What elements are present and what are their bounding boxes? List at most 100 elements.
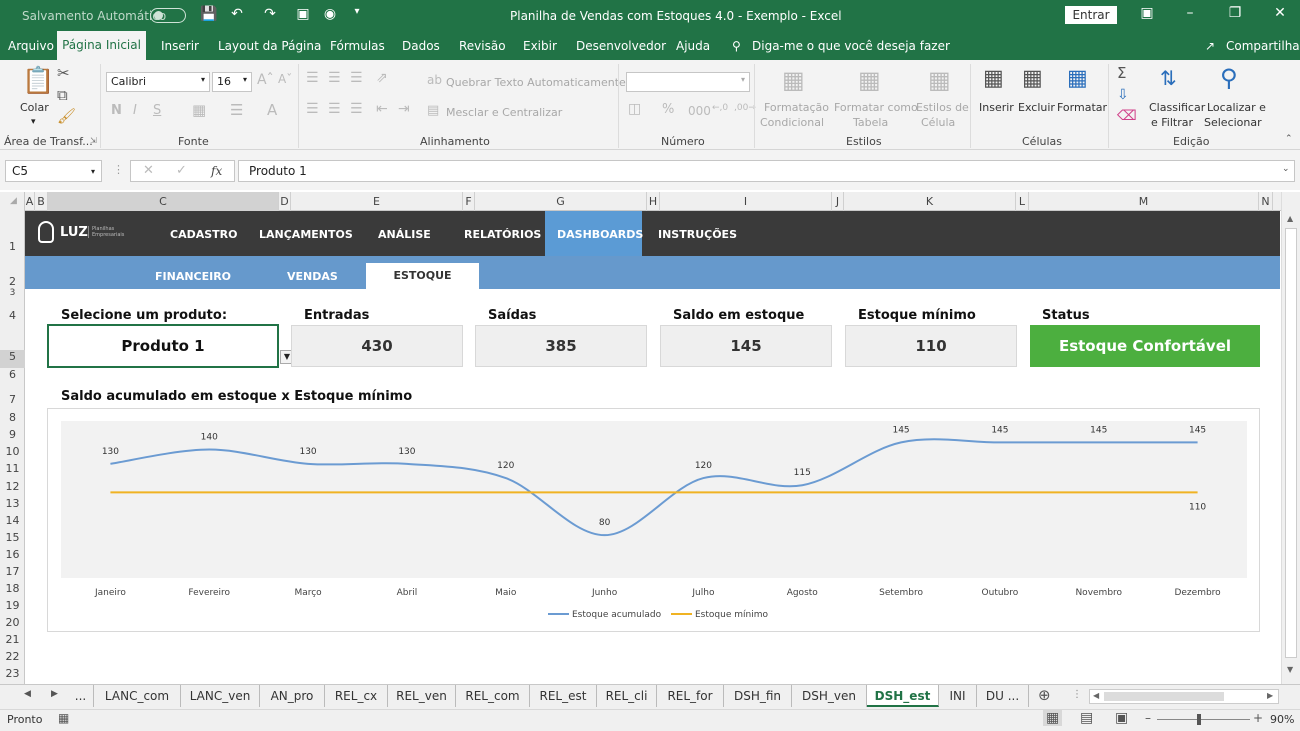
sheet-tab[interactable]: REL_cli: [597, 685, 657, 707]
col-header[interactable]: G: [475, 192, 647, 211]
copy-icon[interactable]: ⧉: [57, 86, 68, 104]
italic-icon[interactable]: I: [133, 103, 137, 118]
nav-cadastro[interactable]: CADASTRO: [170, 228, 237, 241]
ribbon-display-icon[interactable]: ▣: [1132, 5, 1162, 21]
col-header-selected[interactable]: C: [48, 192, 279, 211]
sheet-tab-more[interactable]: ...: [68, 685, 94, 707]
tab-data[interactable]: Dados: [402, 39, 440, 53]
find-select-icon[interactable]: ⚲: [1220, 64, 1238, 92]
formula-input[interactable]: Produto 1: [238, 160, 1295, 182]
sheet-tab[interactable]: LANC_ven: [181, 685, 260, 707]
row-header[interactable]: 9: [0, 428, 25, 441]
tab-view[interactable]: Exibir: [523, 39, 557, 53]
share-icon[interactable]: ↗: [1205, 39, 1215, 53]
thousands-icon[interactable]: 000: [688, 104, 711, 118]
tab-review[interactable]: Revisão: [459, 39, 506, 53]
horizontal-scrollbar[interactable]: ◀ ▶: [1089, 689, 1279, 704]
chart-container[interactable]: Janeiro Fevereiro Março Abril Maio Junho Julho…: [47, 408, 1260, 632]
redo-icon[interactable]: ↷: [260, 6, 280, 22]
customize-qat-icon[interactable]: ▾: [347, 6, 367, 17]
restore-icon[interactable]: ❐: [1220, 5, 1250, 21]
align-center-icon[interactable]: ☰: [328, 101, 341, 117]
clipboard-launcher-icon[interactable]: ⇲: [90, 136, 97, 145]
sheet-tab[interactable]: DSH_ven: [792, 685, 867, 707]
vertical-scrollbar[interactable]: ▲ ▼: [1281, 192, 1300, 684]
zoom-slider-thumb[interactable]: [1197, 714, 1201, 725]
row-header[interactable]: 11: [0, 462, 25, 475]
sheet-tab[interactable]: LANC_com: [94, 685, 181, 707]
borders-icon[interactable]: ▦: [192, 101, 206, 119]
cell-styles-icon[interactable]: ▦: [928, 66, 951, 94]
align-bottom-icon[interactable]: ☰: [350, 70, 363, 86]
scroll-thumb[interactable]: [1285, 228, 1297, 658]
col-header[interactable]: D: [279, 192, 291, 211]
subnav-vendas[interactable]: VENDAS: [287, 270, 338, 283]
delete-cells-button[interactable]: Excluir: [1018, 101, 1055, 115]
sheet-tab[interactable]: AN_pro: [260, 685, 325, 707]
row-header[interactable]: 20: [0, 616, 25, 629]
prev-sheet-icon[interactable]: ◀: [24, 689, 31, 699]
cell-styles-button[interactable]: Estilos de: [916, 101, 969, 115]
row-header[interactable]: 13: [0, 497, 25, 510]
camera-icon[interactable]: ◉: [320, 6, 340, 22]
zoom-level[interactable]: 90%: [1270, 713, 1294, 726]
format-as-table-button[interactable]: Formatar como: [834, 101, 918, 115]
nav-lancamentos[interactable]: LANÇAMENTOS: [259, 228, 353, 241]
macro-record-icon[interactable]: ▦: [58, 711, 69, 725]
row-header[interactable]: 2: [0, 275, 25, 288]
conditional-format-button[interactable]: Formatação: [764, 101, 829, 115]
format-cells-icon[interactable]: ▦: [1067, 66, 1088, 91]
grow-font-icon[interactable]: Aˆ: [257, 72, 274, 88]
select-all-corner[interactable]: ◢: [0, 192, 25, 211]
align-right-icon[interactable]: ☰: [350, 101, 363, 117]
subnav-financeiro[interactable]: FINANCEIRO: [155, 270, 231, 283]
cancel-entry-icon[interactable]: ✕: [143, 163, 154, 178]
tell-me-search[interactable]: Diga-me o que você deseja fazer: [752, 39, 950, 53]
paste-button[interactable]: Colar: [20, 101, 49, 115]
tab-page-layout[interactable]: Layout da Página: [218, 39, 321, 53]
col-header[interactable]: I: [660, 192, 832, 211]
delete-cells-icon[interactable]: ▦: [1022, 66, 1043, 91]
next-sheet-icon[interactable]: ▶: [51, 689, 58, 699]
sheet-tab[interactable]: REL_est: [530, 685, 597, 707]
format-as-table-icon[interactable]: ▦: [858, 66, 881, 94]
row-header[interactable]: 22: [0, 650, 25, 663]
decrease-decimal-icon[interactable]: ,00→: [734, 103, 756, 113]
col-header[interactable]: H: [647, 192, 660, 211]
row-header[interactable]: 8: [0, 411, 25, 424]
clear-icon[interactable]: ⌫: [1117, 108, 1137, 124]
sort-filter-button[interactable]: Classificar: [1149, 101, 1205, 115]
merge-center-button[interactable]: Mesclar e Centralizar: [446, 106, 562, 120]
page-layout-view-icon[interactable]: ▤: [1080, 710, 1093, 726]
nav-analise[interactable]: ANÁLISE: [378, 228, 431, 241]
col-header[interactable]: A: [25, 192, 35, 211]
confirm-entry-icon[interactable]: ✓: [176, 163, 187, 178]
percent-icon[interactable]: %: [662, 102, 674, 117]
align-left-icon[interactable]: ☰: [306, 101, 319, 117]
increase-indent-icon[interactable]: ⇥: [398, 101, 410, 117]
row-header[interactable]: 1: [0, 240, 25, 253]
merge-icon[interactable]: ▤: [427, 103, 439, 118]
col-header[interactable]: J: [832, 192, 844, 211]
cut-icon[interactable]: ✂: [57, 64, 70, 82]
number-format-select[interactable]: ▾: [626, 72, 750, 92]
tab-help[interactable]: Ajuda: [676, 39, 710, 53]
paste-dropdown-icon[interactable]: ▾: [31, 117, 36, 127]
sheet-tab[interactable]: REL_cx: [325, 685, 388, 707]
sheet-tab[interactable]: DSH_fin: [724, 685, 792, 707]
bold-icon[interactable]: N: [111, 103, 122, 118]
currency-icon[interactable]: ◫: [628, 101, 641, 117]
add-sheet-icon[interactable]: ⊕: [1038, 686, 1051, 704]
product-select[interactable]: Produto 1: [47, 324, 279, 368]
col-header[interactable]: N: [1259, 192, 1273, 211]
sheet-tab[interactable]: REL_ven: [388, 685, 456, 707]
row-header[interactable]: 15: [0, 531, 25, 544]
tab-home[interactable]: Página Inicial: [57, 31, 146, 60]
col-header[interactable]: M: [1029, 192, 1259, 211]
scroll-left-icon[interactable]: ◀: [1093, 691, 1099, 700]
fill-color-icon[interactable]: ☰: [230, 101, 243, 119]
undo-icon[interactable]: ↶: [227, 6, 247, 22]
col-header[interactable]: E: [291, 192, 463, 211]
paste-icon[interactable]: 📋: [22, 66, 54, 96]
row-header-selected[interactable]: 5: [0, 350, 25, 368]
